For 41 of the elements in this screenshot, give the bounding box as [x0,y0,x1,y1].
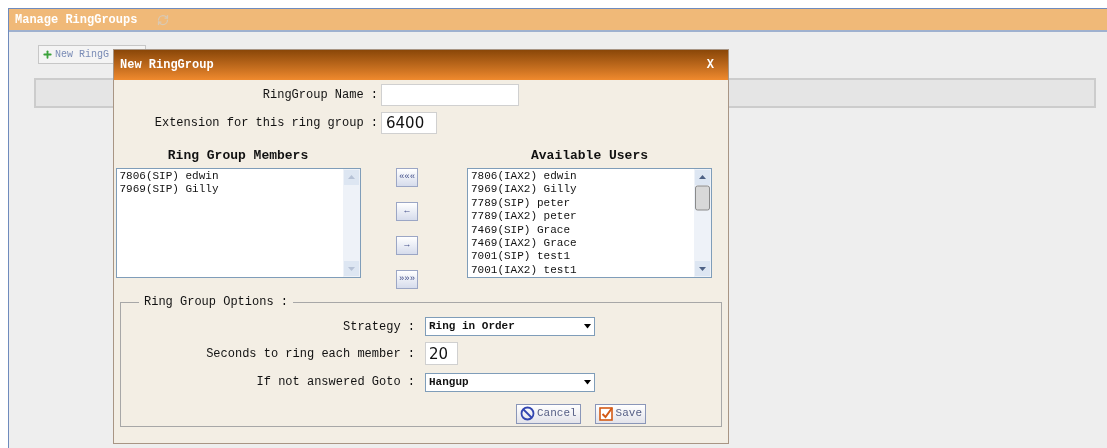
field-label: Extension for this ring group : [153,115,378,132]
user-list[interactable]: 7806(SIP) edwin 7969(SIP) Gilly [115,168,361,278]
dropdown-arrow-icon [584,324,591,329]
dropdown-arrow-icon [584,379,591,385]
list-item[interactable]: 7789(IAX2) peter [471,210,694,224]
cancel-button[interactable]: Cancel [516,403,581,424]
cancel-icon [520,406,535,421]
options-legend: Ring Group Options : [139,293,294,311]
page-title: Manage RingGroups [15,11,138,29]
dropdown[interactable]: Hangup [425,372,595,392]
save-button[interactable]: Save [594,403,646,424]
plus-icon [42,49,53,60]
input-field[interactable]: 20 [425,342,458,365]
move-button[interactable]: ««« [396,168,418,187]
list-item[interactable]: 7969(SIP) Gilly [119,183,343,197]
move-button[interactable]: »»» [396,270,418,289]
dropdown[interactable]: Ring in Order [425,317,595,336]
field-label: RingGroup Name : [261,87,378,104]
option-label: Seconds to ring each member : [205,346,415,364]
list-item[interactable]: 7469(IAX2) Grace [471,237,694,251]
list-item[interactable]: 7001(SIP) test1 [471,250,694,264]
user-list[interactable]: 7806(IAX2) edwin 7969(IAX2) Gilly 7789(SIP) peter 7789(IAX2) peter 7469(SIP) Grace 7469(IAX2) Grace 7001(SIP) test1 7001(IAX2) test1 [467,168,712,278]
move-button[interactable]: ← [396,202,418,221]
input-field[interactable]: 6400 [381,112,437,134]
list-item[interactable]: 7969(IAX2) Gilly [471,183,694,197]
list-item[interactable]: 7001(IAX2) test1 [471,263,694,277]
scrollbar[interactable] [694,169,711,277]
list-heading: Available Users [531,147,648,165]
list-item[interactable]: 7789(SIP) peter [471,196,694,211]
move-button[interactable]: → [396,236,418,255]
input-field[interactable] [381,84,519,106]
option-label: Strategy : [342,318,415,336]
close-button[interactable]: X [706,56,714,74]
list-item[interactable]: 7806(IAX2) edwin [471,170,694,184]
list-item[interactable]: 7806(SIP) edwin [119,170,343,184]
option-label: If not answered Goto : [255,374,415,391]
checkbox-icon [598,406,614,421]
scrollbar[interactable] [342,169,360,277]
refresh-icon[interactable] [157,13,170,26]
list-heading: Ring Group Members [167,147,309,165]
list-item[interactable]: 7469(SIP) Grace [471,223,694,238]
